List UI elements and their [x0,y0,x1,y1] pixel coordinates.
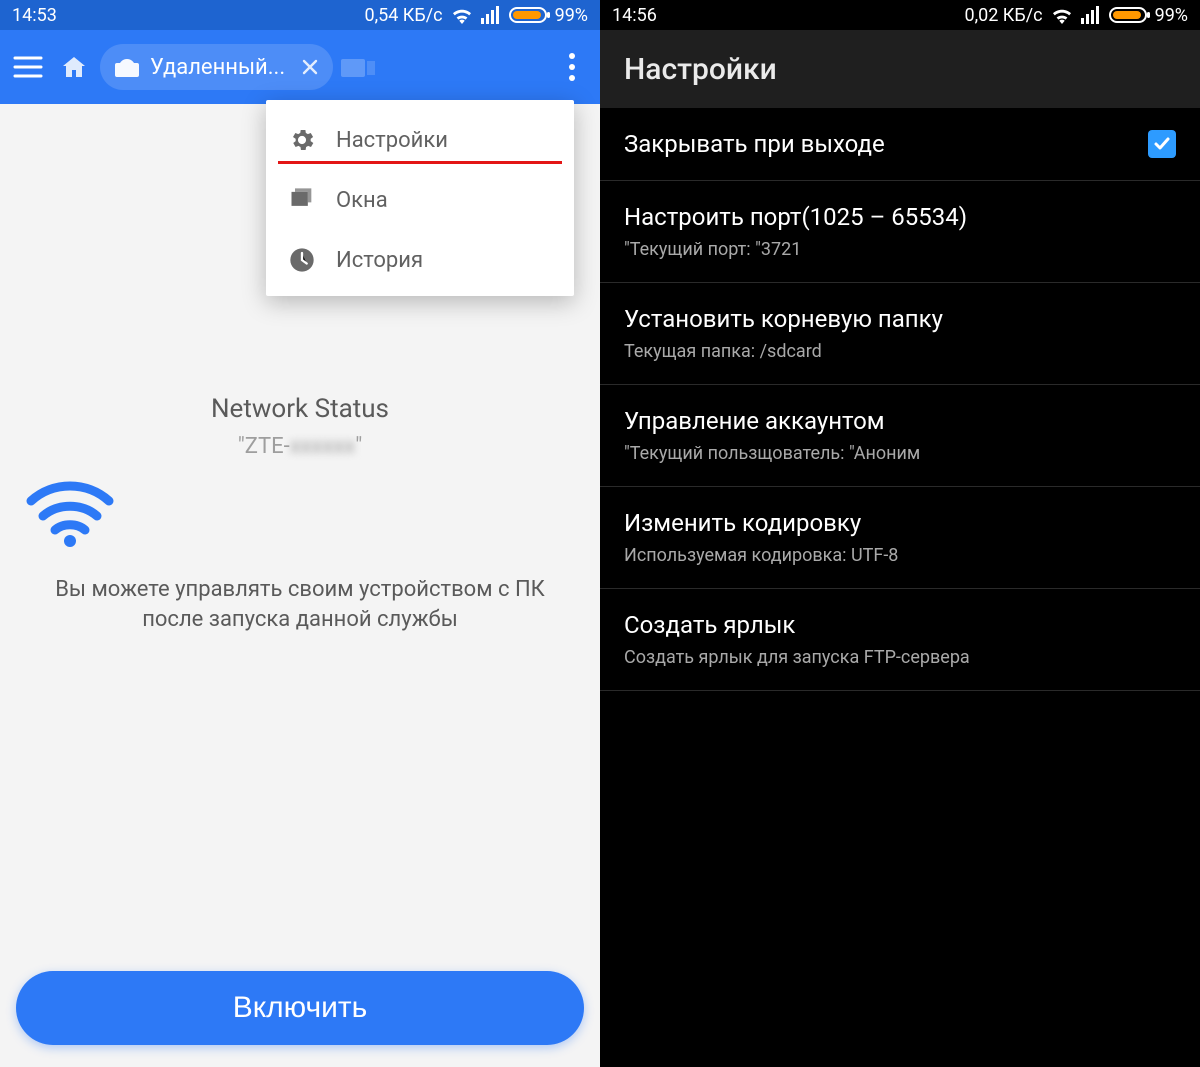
statusbar-left: 14:53 0,54 КБ/с 99% [0,0,600,30]
network-status-title: Network Status [25,394,575,424]
statusbar-time: 14:53 [12,5,57,26]
row-title: Управление аккаунтом [624,407,1176,435]
row-close-on-exit[interactable]: Закрывать при выходе [600,108,1200,181]
menu-item-label: Окна [336,188,388,213]
overflow-menu: Настройки Окна История [266,100,574,296]
row-subtitle: Используемая кодировка: UTF-8 [624,545,1176,566]
cellular-icon [481,6,501,24]
statusbar-right: 14:56 0,02 КБ/с 99% [600,0,1200,30]
network-ssid: "ZTE-xxxxxx" [25,434,575,459]
ssid-prefix: "ZTE- [238,434,290,459]
main-content-left: Настройки Окна История Network Status "Z… [0,104,600,1067]
tab-icon [114,57,140,77]
inactive-tab-icon[interactable] [341,52,381,82]
row-subtitle: Создать ярлык для запуска FTP-сервера [624,647,1176,668]
network-status-block: Network Status "ZTE-xxxxxx" Вы можете уп… [25,394,575,634]
network-speed: 0,02 КБ/с [964,5,1042,26]
ssid-hidden: xxxxxx [290,434,355,459]
network-speed: 0,54 КБ/с [364,5,442,26]
statusbar-right-cluster: 0,02 КБ/с 99% [964,5,1188,26]
menu-item-label: Настройки [336,128,448,153]
row-manage-account[interactable]: Управление аккаунтом "Текущий пользщоват… [600,385,1200,487]
battery-icon [1109,7,1147,23]
wifi-large-icon [25,479,575,549]
menu-item-settings[interactable]: Настройки [266,110,574,170]
row-subtitle: Текущая папка: /sdcard [624,341,1176,362]
battery-percent: 99% [1155,5,1188,26]
overflow-menu-button[interactable] [552,47,592,87]
menu-item-label: История [336,248,423,273]
enable-button-label: Включить [233,991,368,1025]
phone-right: 14:56 0,02 КБ/с 99% Настройки Закрывать … [600,0,1200,1067]
menu-item-windows[interactable]: Окна [266,170,574,230]
wifi-icon [451,6,473,24]
description-line: Вы можете управлять своим устройством с … [55,575,545,605]
enable-button[interactable]: Включить [16,971,584,1045]
row-title: Настроить порт(1025 – 65534) [624,203,1176,231]
service-description: Вы можете управлять своим устройством с … [25,575,575,634]
page-title: Настройки [600,30,1200,108]
row-change-encoding[interactable]: Изменить кодировку Используемая кодировк… [600,487,1200,589]
windows-icon [288,186,316,214]
close-tab-icon[interactable] [301,58,319,76]
settings-list: Закрывать при выходе Настроить порт(1025… [600,108,1200,691]
row-title: Изменить кодировку [624,509,1176,537]
battery-percent: 99% [555,5,588,26]
row-title: Создать ярлык [624,611,1176,639]
row-create-shortcut[interactable]: Создать ярлык Создать ярлык для запуска … [600,589,1200,691]
highlight-underline [278,161,562,164]
ssid-suffix: " [355,434,362,459]
row-configure-port[interactable]: Настроить порт(1025 – 65534) "Текущий по… [600,181,1200,283]
row-title: Установить корневую папку [624,305,1176,333]
history-icon [288,246,316,274]
statusbar-time: 14:56 [612,5,657,26]
page-title-text: Настройки [624,52,777,87]
toolbar: Удаленный... [0,30,600,104]
gear-icon [288,126,316,154]
statusbar-right-cluster: 0,54 КБ/с 99% [364,5,588,26]
row-subtitle: "Текущий пользщователь: "Аноним [624,443,1176,464]
cellular-icon [1081,6,1101,24]
checkbox[interactable] [1148,130,1176,158]
active-tab-chip[interactable]: Удаленный... [100,44,333,90]
menu-button[interactable] [8,47,48,87]
menu-item-history[interactable]: История [266,230,574,290]
row-subtitle: "Текущий порт: "3721 [624,239,1176,260]
tab-label: Удаленный... [150,55,285,80]
home-button[interactable] [56,49,92,85]
row-set-root[interactable]: Установить корневую папку Текущая папка:… [600,283,1200,385]
wifi-icon [1051,6,1073,24]
phone-left: 14:53 0,54 КБ/с 99% Удаленный... [0,0,600,1067]
battery-icon [509,7,547,23]
row-title: Закрывать при выходе [624,130,1136,158]
description-line: после запуска данной службы [55,605,545,635]
